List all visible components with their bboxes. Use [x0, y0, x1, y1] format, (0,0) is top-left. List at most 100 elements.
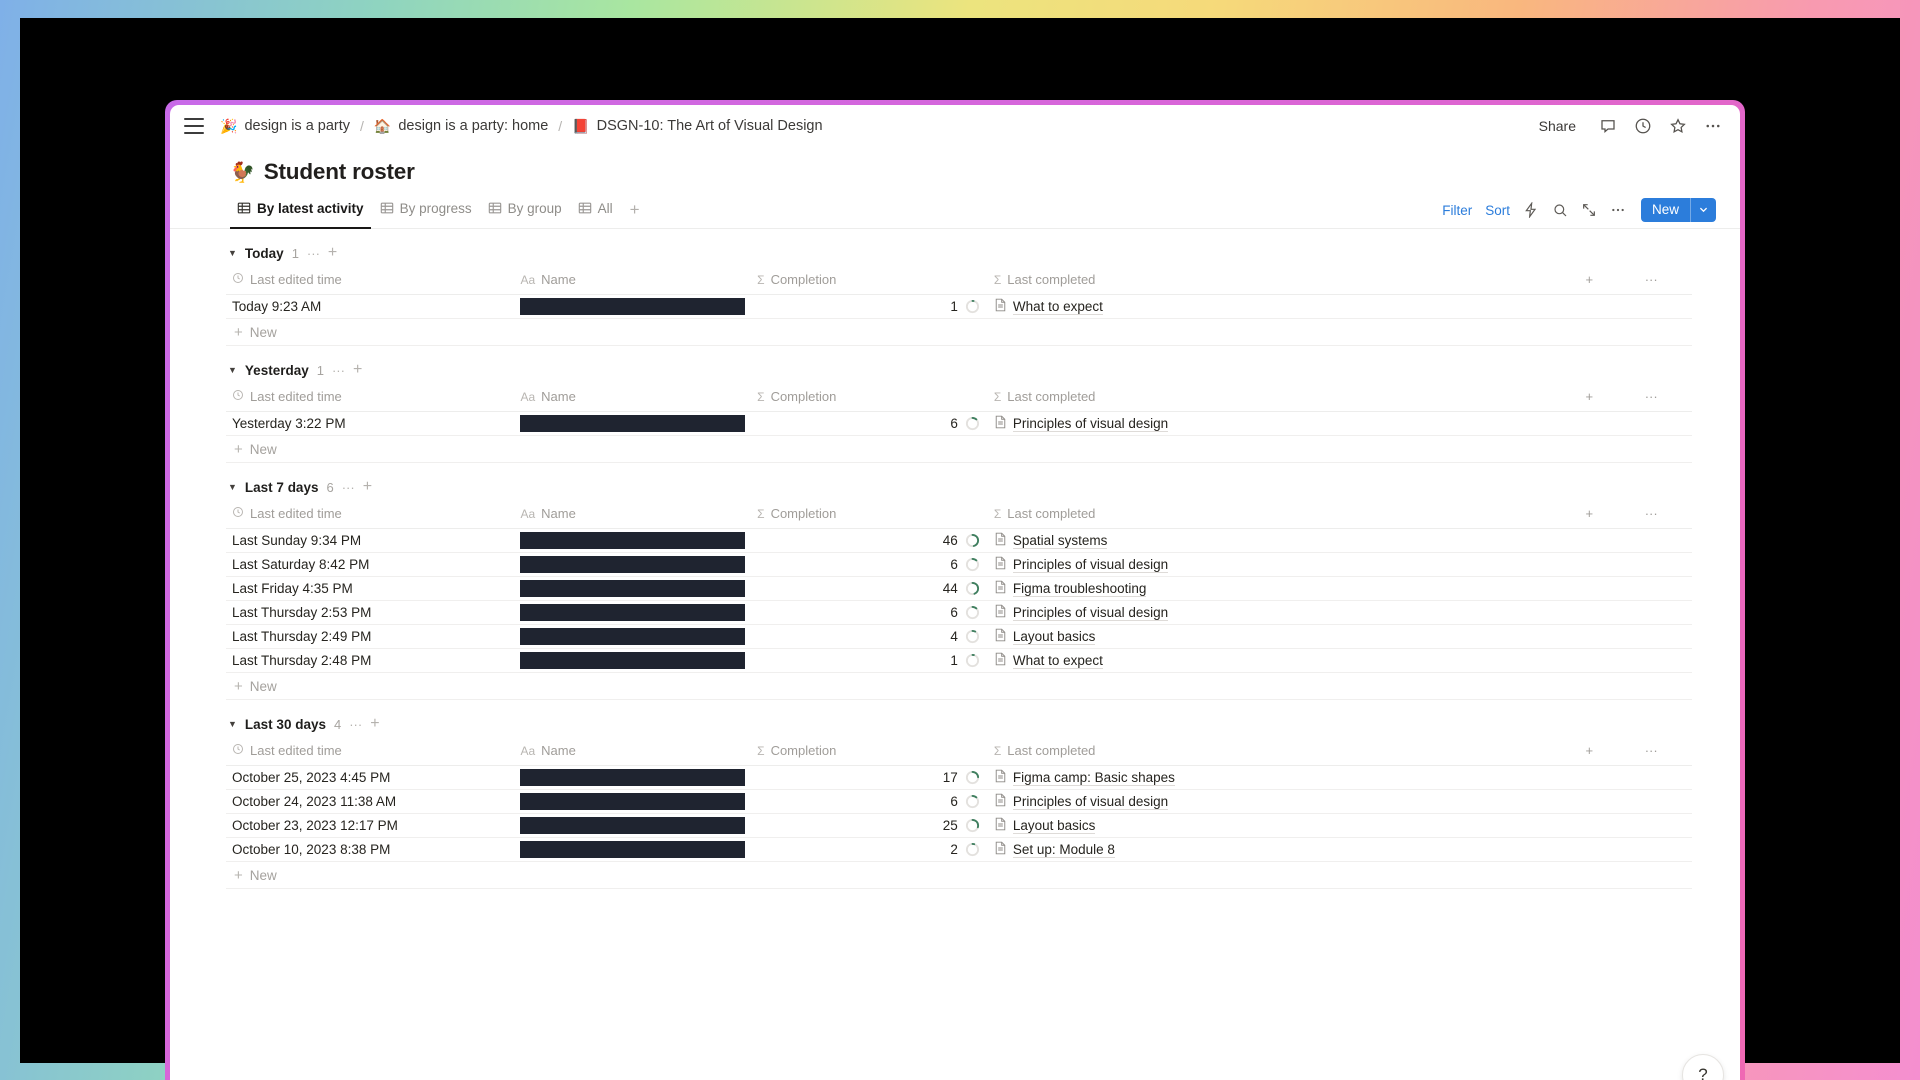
last-completed-link[interactable]: What to expect [1012, 653, 1103, 669]
table-row[interactable]: Last Sunday 9:34 PM 46 Spatial systems [226, 528, 1692, 553]
table-row[interactable]: Yesterday 3:22 PM 6 Principles of visual d… [226, 411, 1692, 436]
table-row[interactable]: Last Thursday 2:48 PM 1 What to expect [226, 648, 1692, 673]
table-scroll-area[interactable]: ▼ Today 1 ··· + Last edited time Aa Name Σ Comple… [170, 229, 1740, 1080]
add-view-button[interactable]: + [622, 200, 648, 228]
add-column-button[interactable]: + [1579, 385, 1639, 412]
group-collapse-caret-icon[interactable]: ▼ [228, 365, 237, 375]
column-header-name[interactable]: Aa Name [514, 502, 752, 529]
cell-name-redacted[interactable] [514, 411, 752, 436]
last-completed-link[interactable]: Principles of visual design [1012, 794, 1169, 810]
add-column-button[interactable]: + [1579, 739, 1639, 766]
cell-name-redacted[interactable] [514, 294, 752, 319]
group-add-row-icon[interactable]: + [328, 245, 337, 261]
column-header-last-edited-time[interactable]: Last edited time [226, 268, 515, 295]
group-more-options-icon[interactable]: ··· [349, 718, 362, 731]
cell-spacer [1638, 624, 1692, 649]
tab-all[interactable]: All [571, 195, 620, 228]
column-header-name[interactable]: Aa Name [514, 385, 752, 412]
column-header-name[interactable]: Aa Name [514, 739, 752, 766]
hamburger-menu-icon[interactable] [184, 118, 204, 134]
column-header-completion[interactable]: Σ Completion [751, 385, 988, 412]
cell-name-redacted[interactable] [514, 600, 752, 625]
last-completed-link[interactable]: Layout basics [1012, 818, 1096, 834]
filter-button[interactable]: Filter [1442, 203, 1472, 218]
group-collapse-caret-icon[interactable]: ▼ [228, 248, 237, 258]
expand-collapse-icon[interactable] [1581, 202, 1597, 218]
new-row-button[interactable]: + New [226, 319, 1692, 346]
add-column-button[interactable]: + [1579, 268, 1639, 295]
last-completed-link[interactable]: What to expect [1012, 299, 1103, 315]
group-add-row-icon[interactable]: + [353, 362, 362, 378]
cell-name-redacted[interactable] [514, 552, 752, 577]
cell-name-redacted[interactable] [514, 576, 752, 601]
tab-by-latest-activity[interactable]: By latest activity [230, 195, 371, 229]
table-row[interactable]: October 24, 2023 11:38 AM 6 Principles of … [226, 789, 1692, 814]
column-header-name[interactable]: Aa Name [514, 268, 752, 295]
tab-by-progress[interactable]: By progress [373, 195, 479, 228]
table-row[interactable]: Last Saturday 8:42 PM 6 Principles of visu… [226, 552, 1692, 577]
group-collapse-caret-icon[interactable]: ▼ [228, 482, 237, 492]
cell-name-redacted[interactable] [514, 624, 752, 649]
column-options-icon[interactable]: ··· [1638, 502, 1692, 529]
last-completed-link[interactable]: Set up: Module 8 [1012, 842, 1115, 858]
column-header-last-completed[interactable]: Σ Last completed [987, 268, 1580, 295]
column-options-icon[interactable]: ··· [1638, 268, 1692, 295]
more-options-icon[interactable] [1703, 117, 1722, 136]
column-header-last-edited-time[interactable]: Last edited time [226, 502, 515, 529]
new-row-button[interactable]: + New [226, 436, 1692, 463]
table-row[interactable]: October 23, 2023 12:17 PM 25 Layout basics [226, 813, 1692, 838]
clock-history-icon[interactable] [1633, 117, 1652, 136]
comment-icon[interactable] [1598, 117, 1617, 136]
group-more-options-icon[interactable]: ··· [342, 481, 355, 494]
last-completed-link[interactable]: Layout basics [1012, 629, 1096, 645]
column-header-last-edited-time[interactable]: Last edited time [226, 385, 515, 412]
column-header-last-completed[interactable]: Σ Last completed [987, 502, 1580, 529]
chevron-down-icon[interactable] [1690, 198, 1716, 222]
column-header-completion[interactable]: Σ Completion [751, 268, 988, 295]
group-more-options-icon[interactable]: ··· [332, 364, 345, 377]
add-column-button[interactable]: + [1579, 502, 1639, 529]
cell-name-redacted[interactable] [514, 765, 752, 790]
group-add-row-icon[interactable]: + [370, 716, 379, 732]
cell-name-redacted[interactable] [514, 648, 752, 673]
breadcrumb-item-workspace[interactable]: 🎉 design is a party [216, 116, 354, 136]
automation-lightning-icon[interactable] [1523, 202, 1539, 218]
cell-name-redacted[interactable] [514, 813, 752, 838]
table-row[interactable]: October 25, 2023 4:45 PM 17 Figma camp: Ba… [226, 765, 1692, 790]
new-row-button[interactable]: + New [226, 862, 1692, 889]
cell-name-redacted[interactable] [514, 528, 752, 553]
column-header-last-completed[interactable]: Σ Last completed [987, 739, 1580, 766]
column-header-completion[interactable]: Σ Completion [751, 502, 988, 529]
last-completed-link[interactable]: Principles of visual design [1012, 557, 1169, 573]
cell-name-redacted[interactable] [514, 789, 752, 814]
table-row[interactable]: Last Thursday 2:53 PM 6 Principles of visu… [226, 600, 1692, 625]
column-header-last-edited-time[interactable]: Last edited time [226, 739, 515, 766]
sort-button[interactable]: Sort [1485, 203, 1510, 218]
last-completed-link[interactable]: Spatial systems [1012, 533, 1108, 549]
last-completed-link[interactable]: Figma camp: Basic shapes [1012, 770, 1175, 786]
search-icon[interactable] [1552, 202, 1568, 218]
table-row[interactable]: Today 9:23 AM 1 What to expect [226, 294, 1692, 319]
group-more-options-icon[interactable]: ··· [307, 247, 320, 260]
star-icon[interactable] [1668, 117, 1687, 136]
breadcrumb-item-home[interactable]: 🏠 design is a party: home [370, 116, 552, 136]
new-button[interactable]: New [1640, 198, 1716, 222]
last-completed-link[interactable]: Principles of visual design [1012, 416, 1169, 432]
cell-name-redacted[interactable] [514, 837, 752, 862]
table-row[interactable]: Last Thursday 2:49 PM 4 Layout basics [226, 624, 1692, 649]
column-header-last-completed[interactable]: Σ Last completed [987, 385, 1580, 412]
tab-by-group[interactable]: By group [481, 195, 569, 228]
new-row-button[interactable]: + New [226, 673, 1692, 700]
table-row[interactable]: Last Friday 4:35 PM 44 Figma troubleshooti… [226, 576, 1692, 601]
more-options-icon[interactable] [1610, 202, 1626, 218]
group-add-row-icon[interactable]: + [363, 479, 372, 495]
last-completed-link[interactable]: Figma troubleshooting [1012, 581, 1147, 597]
column-options-icon[interactable]: ··· [1638, 385, 1692, 412]
column-header-completion[interactable]: Σ Completion [751, 739, 988, 766]
share-button[interactable]: Share [1533, 115, 1582, 137]
group-collapse-caret-icon[interactable]: ▼ [228, 719, 237, 729]
column-options-icon[interactable]: ··· [1638, 739, 1692, 766]
table-row[interactable]: October 10, 2023 8:38 PM 2 Set up: Module … [226, 837, 1692, 862]
last-completed-link[interactable]: Principles of visual design [1012, 605, 1169, 621]
breadcrumb-item-course[interactable]: 📕 DSGN-10: The Art of Visual Design [568, 116, 826, 136]
